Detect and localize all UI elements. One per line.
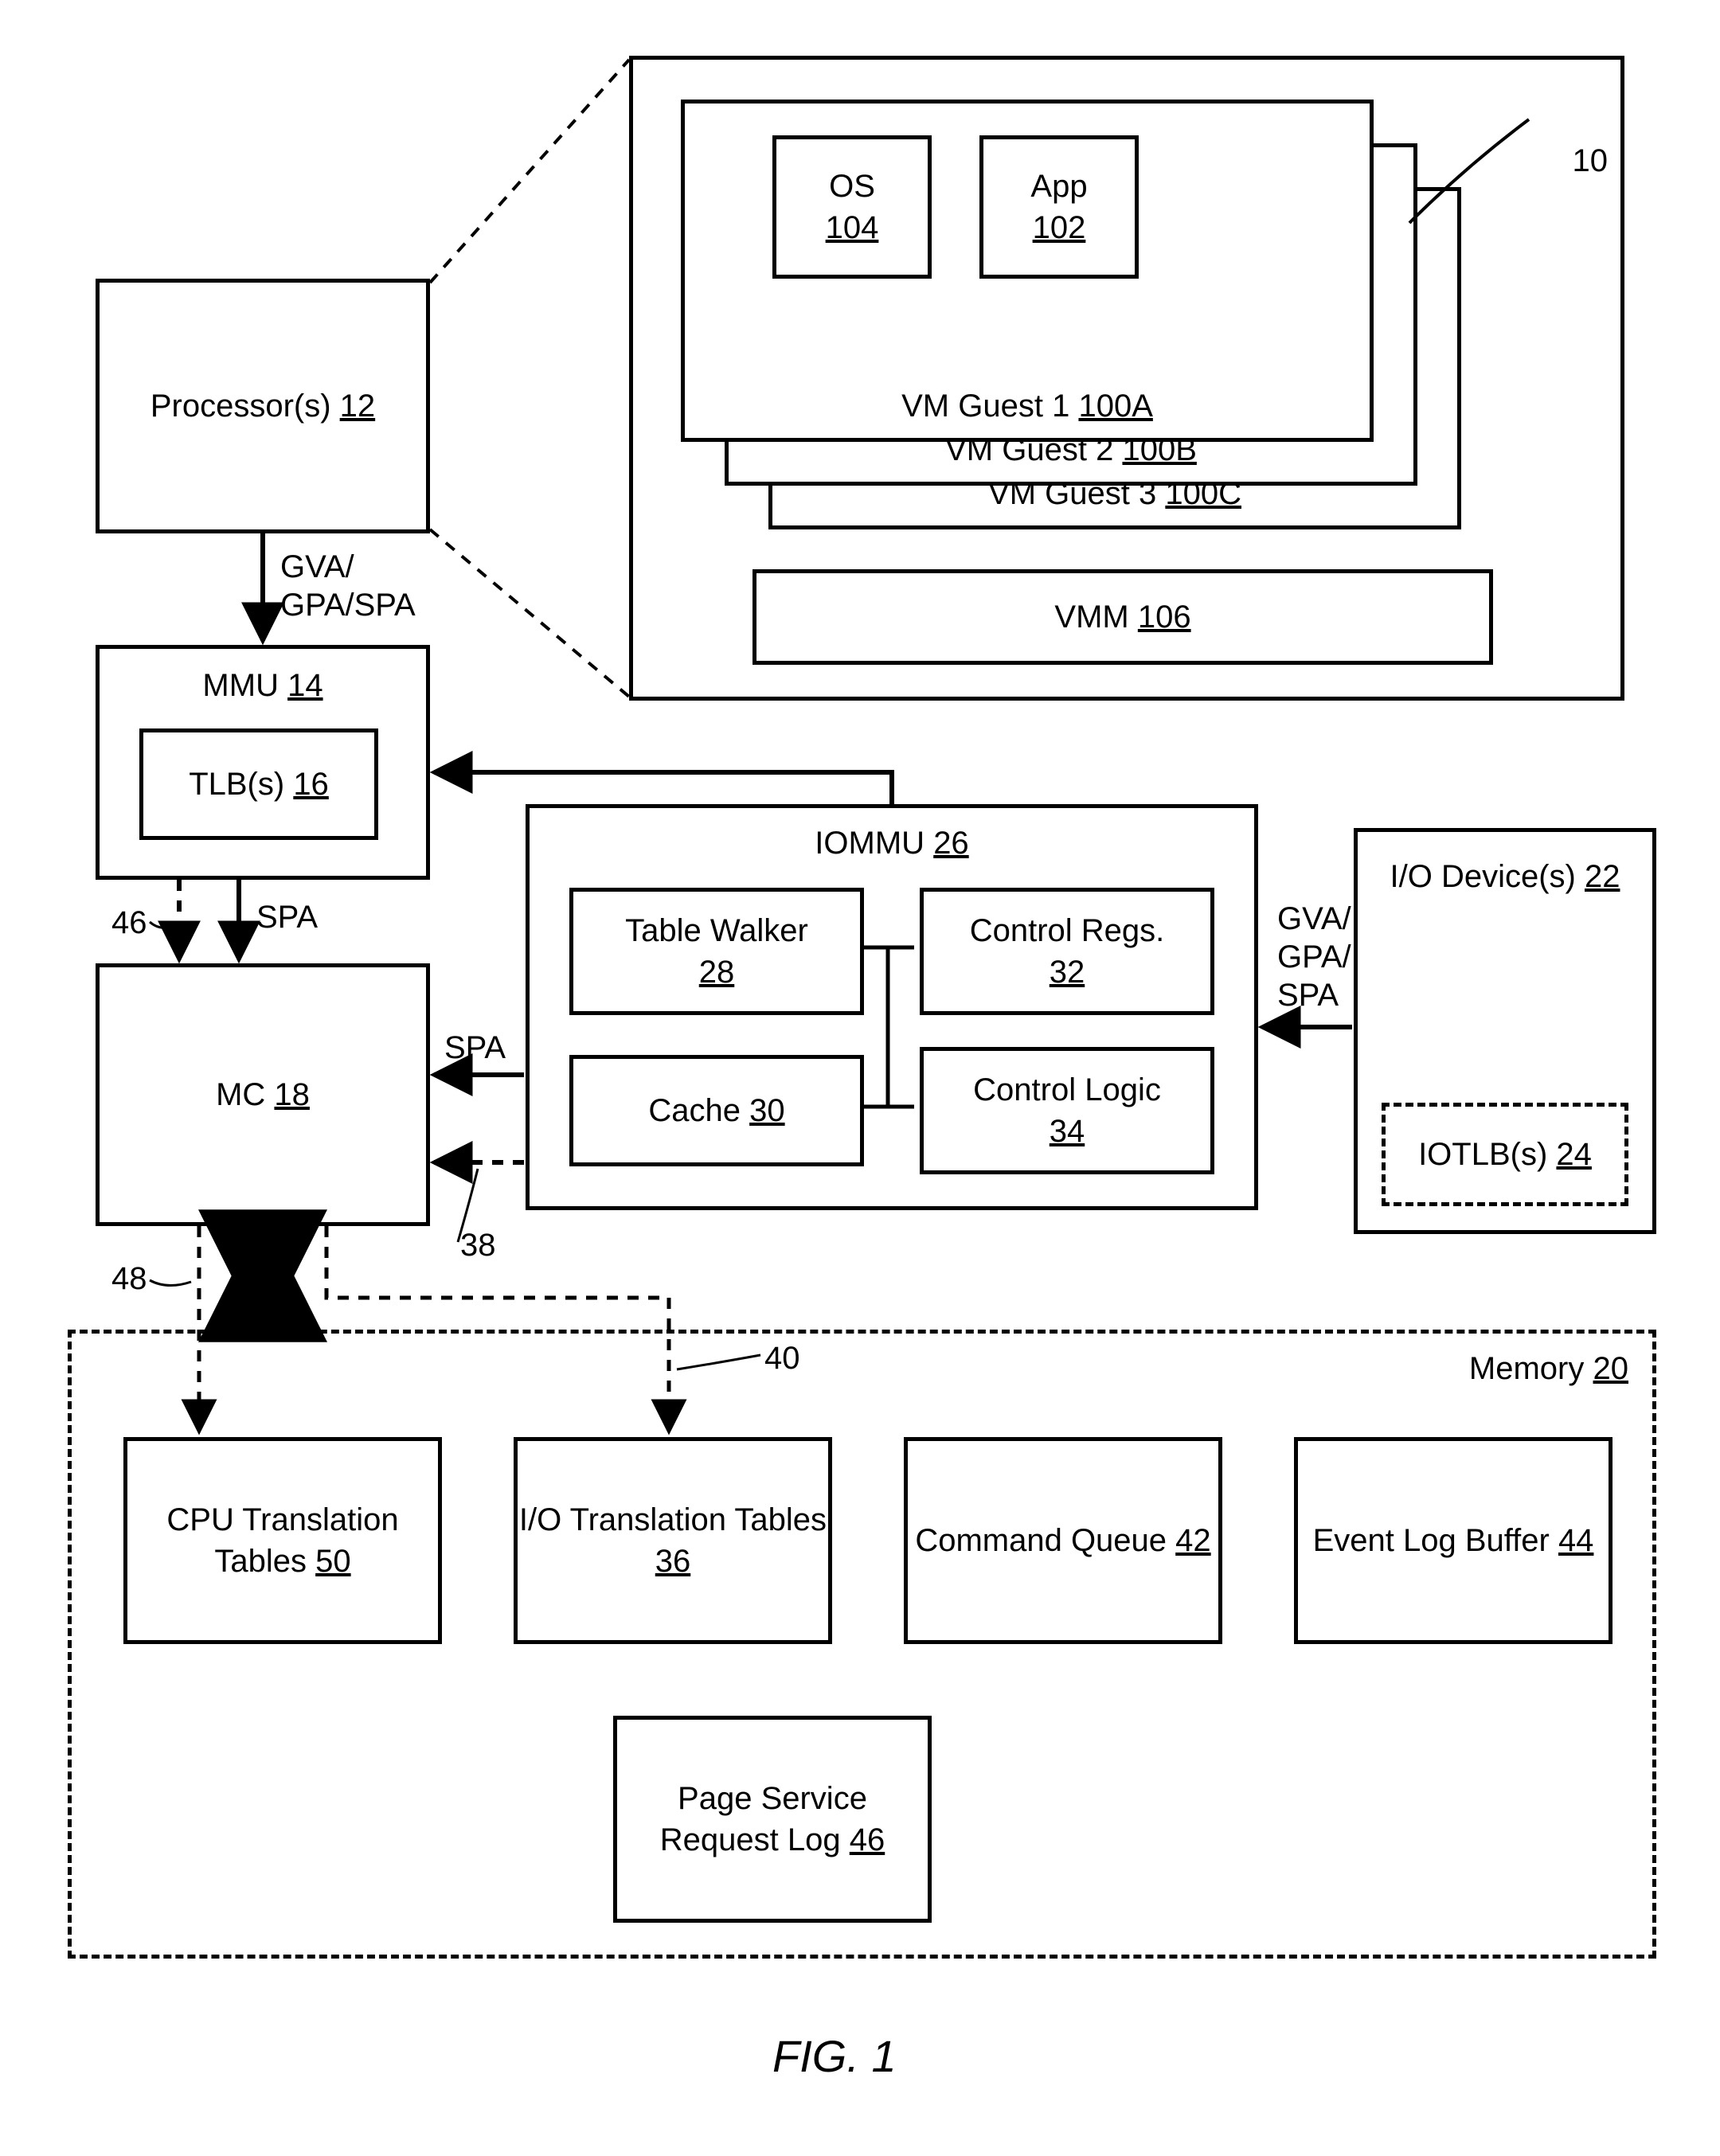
processors-label: Processor(s) 12	[150, 385, 375, 427]
tlb-box: TLB(s) 16	[139, 728, 378, 840]
fig-caption: FIG. 1	[772, 2030, 897, 2082]
n48-label: 48	[111, 1260, 147, 1298]
n46-label: 46	[111, 904, 147, 942]
gva-gpa-spa-top-label: GVA/ GPA/SPA	[280, 548, 416, 624]
vm-guest-1-box: VM Guest 1 100A OS104 App102	[681, 100, 1374, 442]
software-container: VM Guest 3 100C VM Guest 2 100B VM Guest…	[629, 56, 1624, 701]
page-svc-box: Page Service Request Log 46	[613, 1716, 932, 1923]
cache-label: Cache 30	[648, 1090, 784, 1131]
event-log-box: Event Log Buffer 44	[1294, 1437, 1612, 1644]
event-log-label: Event Log Buffer 44	[1313, 1520, 1594, 1561]
figure-ref-10: 10	[1537, 104, 1608, 218]
control-logic-box: Control Logic34	[920, 1047, 1214, 1174]
cmd-queue-box: Command Queue 42	[904, 1437, 1222, 1644]
mc-box: MC 18	[96, 963, 430, 1226]
n38-label: 38	[460, 1226, 496, 1264]
gva-gpa-spa-right-label: GVA/ GPA/ SPA	[1277, 900, 1351, 1014]
vm1-label: VM Guest 1 100A	[685, 385, 1370, 427]
io-devices-label: I/O Device(s) 22	[1390, 856, 1620, 897]
cpu-trans-box: CPU Translation Tables 50	[123, 1437, 442, 1644]
iommu-label: IOMMU 26	[530, 822, 1254, 864]
app-box: App102	[979, 135, 1139, 279]
io-trans-label: I/O Translation Tables 36	[518, 1499, 828, 1582]
os-label: OS104	[826, 166, 879, 248]
vmm-box: VMM 106	[752, 569, 1493, 665]
control-logic-label: Control Logic34	[973, 1069, 1161, 1152]
table-walker-label: Table Walker28	[625, 910, 808, 993]
cmd-queue-label: Command Queue 42	[915, 1520, 1210, 1561]
cache-box: Cache 30	[569, 1055, 864, 1166]
spa-mid-label: SPA	[444, 1029, 506, 1067]
memory-label: Memory 20	[1469, 1348, 1628, 1389]
tlb-label: TLB(s) 16	[189, 764, 329, 805]
memory-box: Memory 20 CPU Translation Tables 50 I/O …	[68, 1330, 1656, 1959]
mmu-label: MMU 14	[100, 665, 426, 706]
page-svc-label: Page Service Request Log 46	[617, 1778, 928, 1861]
app-label: App102	[1030, 166, 1087, 248]
table-walker-box: Table Walker28	[569, 888, 864, 1015]
io-devices-box: I/O Device(s) 22 IOTLB(s) 24	[1354, 828, 1656, 1234]
processors-box: Processor(s) 12	[96, 279, 430, 533]
iommu-box: IOMMU 26 Table Walker28 Control Regs.32 …	[526, 804, 1258, 1210]
iotlb-box: IOTLB(s) 24	[1382, 1103, 1628, 1206]
vmm-label: VMM 106	[1054, 596, 1190, 638]
mmu-box: MMU 14 TLB(s) 16	[96, 645, 430, 880]
spa-left-label: SPA	[256, 898, 318, 936]
n40-label: 40	[764, 1339, 800, 1377]
control-regs-label: Control Regs.32	[970, 910, 1165, 993]
io-trans-box: I/O Translation Tables 36	[514, 1437, 832, 1644]
cpu-trans-label: CPU Translation Tables 50	[127, 1499, 438, 1582]
mc-label: MC 18	[216, 1074, 310, 1115]
control-regs-box: Control Regs.32	[920, 888, 1214, 1015]
iotlb-label: IOTLB(s) 24	[1418, 1134, 1592, 1175]
os-box: OS104	[772, 135, 932, 279]
